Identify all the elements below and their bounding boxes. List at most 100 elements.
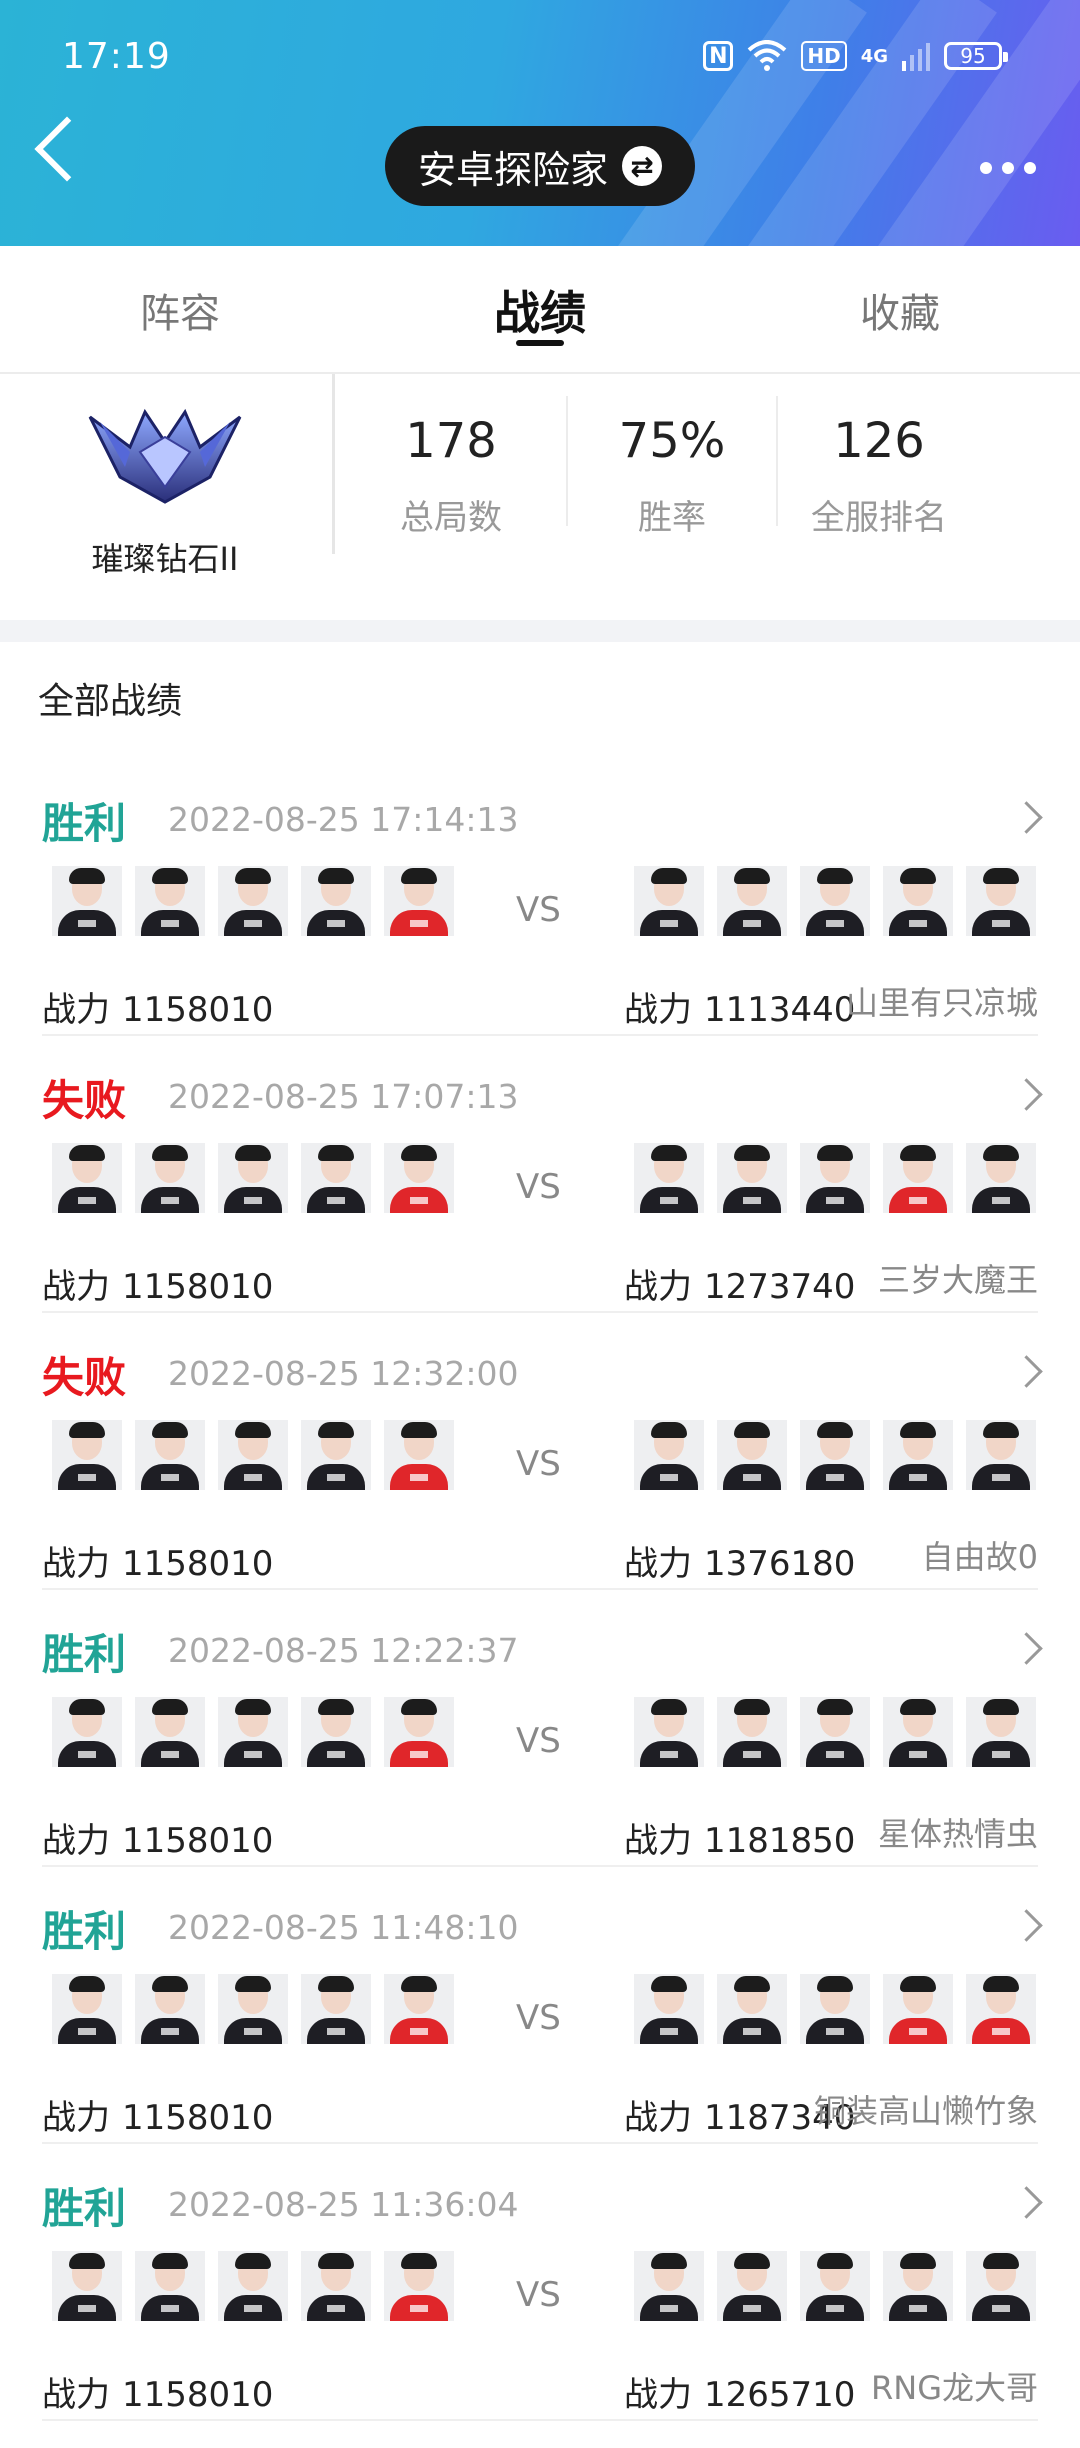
power-label: 战力 (42, 1544, 110, 1584)
my-team-avatars (52, 1143, 454, 1213)
player-avatar (52, 2251, 122, 2321)
section-gap (0, 620, 1080, 642)
divider (332, 374, 335, 554)
power-value: 1273740 (704, 1267, 856, 1307)
match-record[interactable]: 胜利 2022-08-25 11:48:10 VS 战力 1158010 战力 11… (0, 1894, 1080, 2171)
player-avatar (966, 866, 1036, 936)
tab-label: 收藏 (860, 291, 940, 337)
player-avatar (384, 1974, 454, 2044)
player-avatar (717, 1697, 787, 1767)
match-time: 2022-08-25 17:14:13 (168, 800, 519, 839)
player-avatar (218, 866, 288, 936)
rank-name: 璀璨钻石II (91, 540, 239, 578)
chevron-right-icon (1010, 801, 1043, 834)
opponent-power: 战力 1273740 (624, 1259, 855, 1308)
player-avatar (218, 1420, 288, 1490)
opponent-team-avatars (634, 1697, 1036, 1767)
player-avatar (135, 1420, 205, 1490)
power-value: 1158010 (122, 1544, 274, 1584)
divider (42, 1588, 1038, 1590)
account-switcher[interactable]: 安卓探险家 ⇄ (385, 126, 695, 206)
diamond-rank-emblem-icon (88, 408, 242, 504)
page-title: 安卓探险家 (417, 147, 608, 192)
player-avatar (135, 1143, 205, 1213)
status-icons: N HD 4G 95 (703, 40, 1008, 72)
divider (566, 396, 568, 526)
my-power: 战力 1158010 (42, 1813, 273, 1862)
chevron-right-icon (1010, 2186, 1043, 2219)
more-dot-icon (980, 162, 992, 174)
player-avatar (218, 1143, 288, 1213)
power-label: 战力 (624, 990, 692, 1030)
power-label: 战力 (42, 1821, 110, 1861)
my-team-avatars (52, 1974, 454, 2044)
power-label: 战力 (624, 2375, 692, 2415)
player-avatar (52, 1143, 122, 1213)
player-avatar (384, 1697, 454, 1767)
tab-favorites[interactable]: 收藏 (720, 246, 1080, 374)
player-avatar (135, 2251, 205, 2321)
chevron-right-icon (1010, 1909, 1043, 1942)
vs-label: VS (516, 1444, 561, 1484)
player-avatar (966, 1420, 1036, 1490)
power-value: 1158010 (122, 2375, 274, 2415)
opponent-power: 战力 1181850 (624, 1813, 855, 1862)
tab-lineup[interactable]: 阵容 (0, 246, 360, 374)
match-time: 2022-08-25 11:36:04 (168, 2185, 519, 2224)
player-avatar (218, 1974, 288, 2044)
stat-server-rank: 126 全服排名 (779, 406, 979, 539)
opponent-name: 山里有只凉城 (845, 984, 1038, 1022)
power-value: 1158010 (122, 1821, 274, 1861)
match-record[interactable]: 胜利 2022-08-25 12:22:37 VS 战力 1158010 战力 11… (0, 1617, 1080, 1894)
match-time: 2022-08-25 17:07:13 (168, 1077, 519, 1116)
more-button[interactable] (980, 162, 1036, 174)
match-record[interactable]: 胜利 2022-08-25 17:14:13 VS 战力 1158010 战力 11… (0, 786, 1080, 1063)
player-avatar (135, 866, 205, 936)
player-avatar (634, 1143, 704, 1213)
my-power: 战力 1158010 (42, 2090, 273, 2139)
power-label: 战力 (624, 1821, 692, 1861)
stat-label: 总局数 (400, 498, 502, 538)
opponent-team-avatars (634, 2251, 1036, 2321)
stat-value: 75% (618, 413, 726, 469)
power-label: 战力 (624, 1544, 692, 1584)
player-avatar (800, 1697, 870, 1767)
player-avatar (301, 1143, 371, 1213)
stat-total-games: 178 总局数 (351, 406, 551, 539)
signal-icon (902, 43, 930, 71)
player-avatar (52, 866, 122, 936)
tab-records[interactable]: 战绩 (360, 246, 720, 374)
player-avatar (634, 2251, 704, 2321)
tab-bar: 阵容 战绩 收藏 (0, 246, 1080, 374)
match-record[interactable]: 胜利 2022-08-25 11:36:04 VS 战力 1158010 战力 12… (0, 2171, 1080, 2448)
match-record[interactable]: 失败 2022-08-25 17:07:13 VS 战力 1158010 战力 12… (0, 1063, 1080, 1340)
divider (42, 1034, 1038, 1036)
opponent-team-avatars (634, 866, 1036, 936)
player-avatar (717, 1420, 787, 1490)
player-avatar (135, 1974, 205, 2044)
divider (776, 396, 778, 526)
power-label: 战力 (42, 990, 110, 1030)
chevron-right-icon (1010, 1078, 1043, 1111)
more-dot-icon (1002, 162, 1014, 174)
player-avatar (800, 2251, 870, 2321)
status-time: 17:19 (62, 36, 171, 77)
opponent-power: 战力 1113440 (624, 982, 855, 1031)
divider (42, 2142, 1038, 2144)
chevron-right-icon (1010, 1355, 1043, 1388)
back-button[interactable] (34, 116, 100, 182)
my-team-avatars (52, 2251, 454, 2321)
vs-label: VS (516, 2275, 561, 2315)
player-avatar (883, 1974, 953, 2044)
match-record[interactable]: 失败 2022-08-25 12:32:00 VS 战力 1158010 战力 13… (0, 1340, 1080, 1617)
player-avatar (717, 1143, 787, 1213)
player-avatar (717, 1974, 787, 2044)
player-avatar (800, 1974, 870, 2044)
opponent-team-avatars (634, 1974, 1036, 2044)
stat-win-rate: 75% 胜率 (572, 406, 772, 539)
power-value: 1376180 (704, 1544, 856, 1584)
player-avatar (301, 2251, 371, 2321)
player-avatar (218, 2251, 288, 2321)
player-avatar (384, 1143, 454, 1213)
player-avatar (634, 866, 704, 936)
